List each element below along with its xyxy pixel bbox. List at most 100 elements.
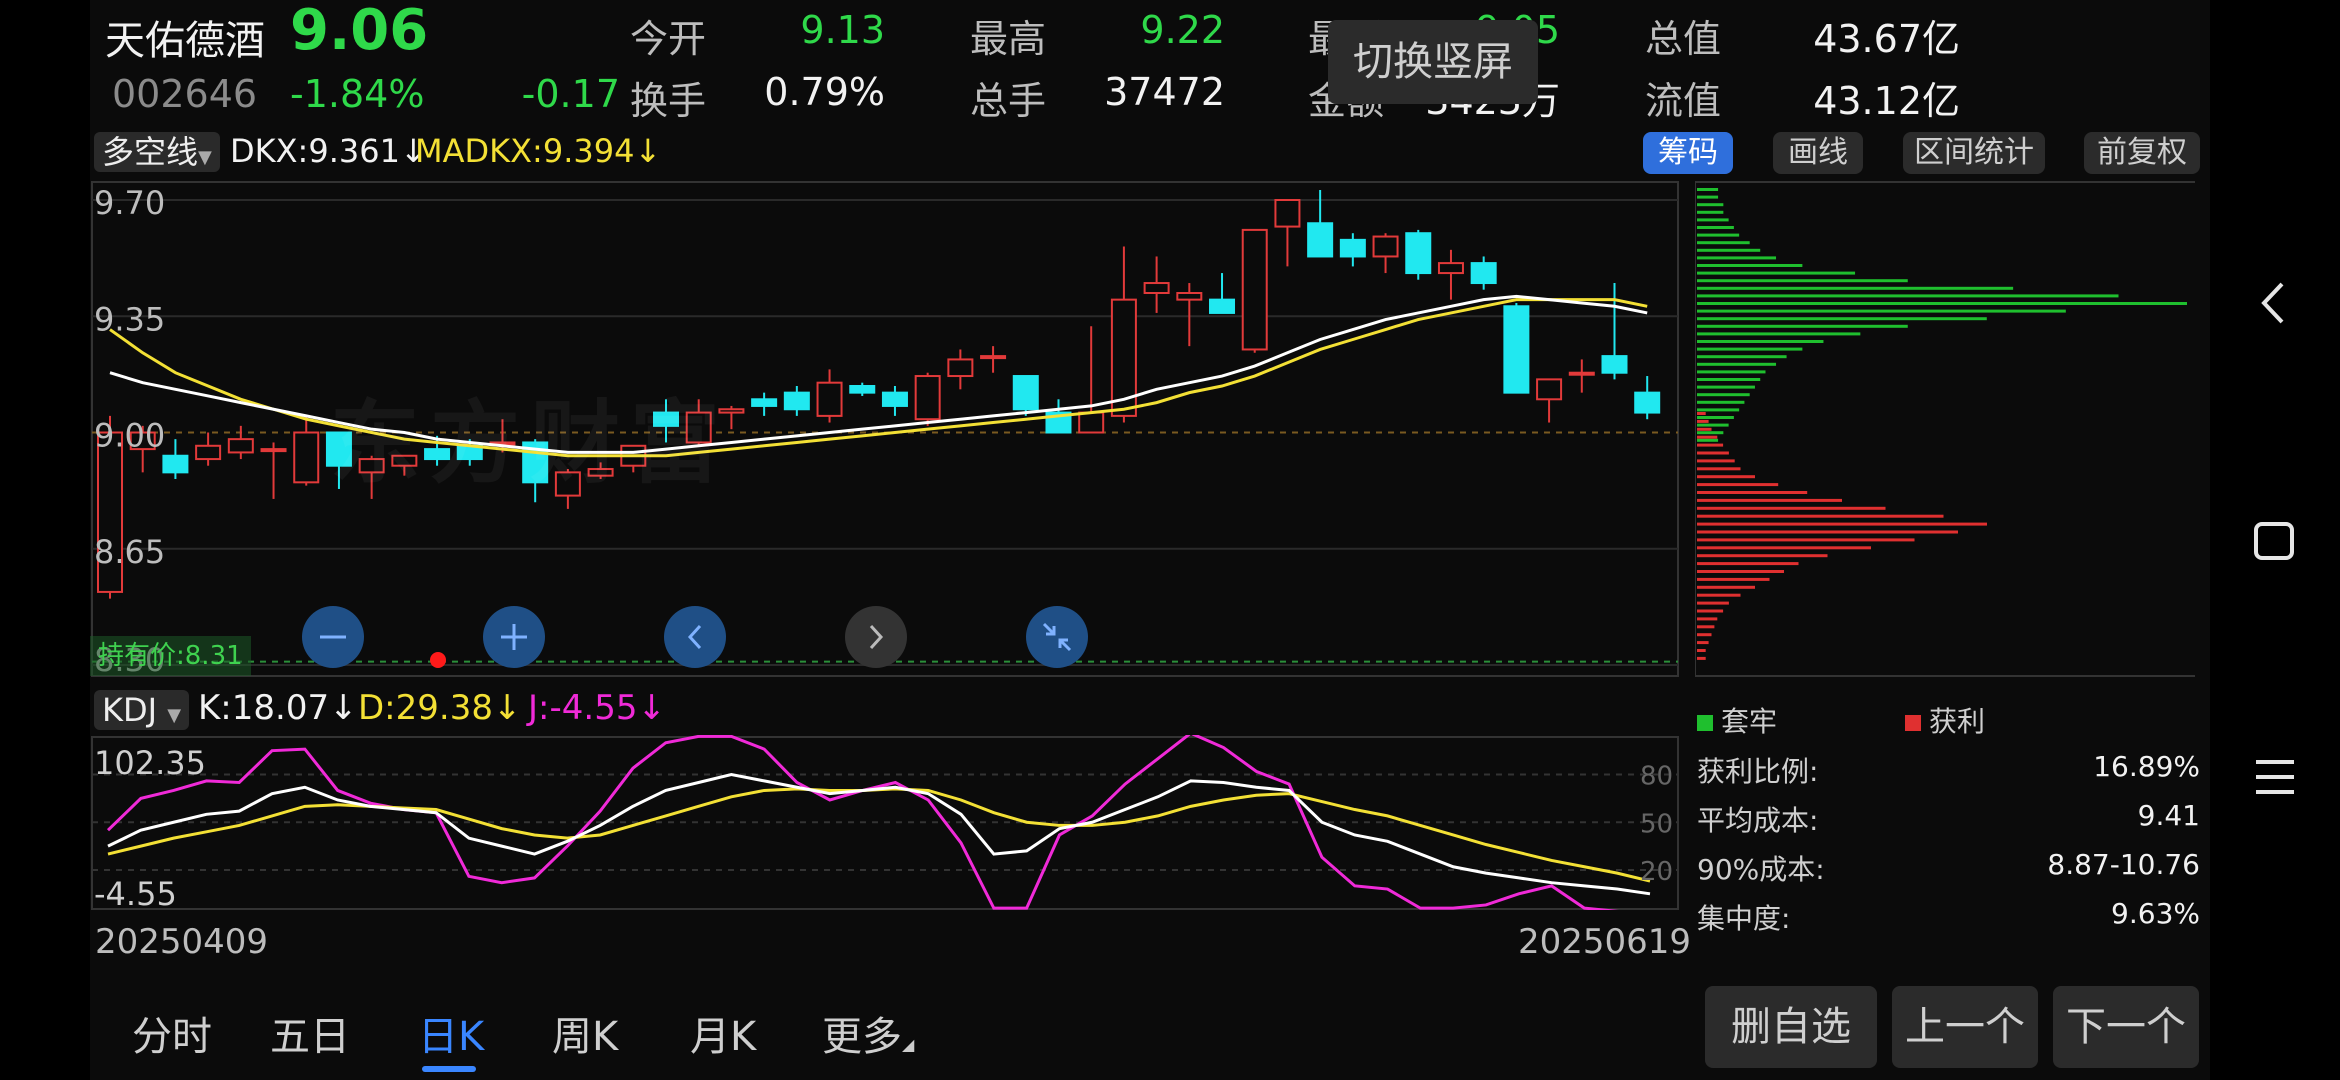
y-tick-label: 9.70 <box>94 184 165 222</box>
kdj-chart[interactable]: 102.35 -4.55 80 50 20 <box>90 735 1680 910</box>
previous-stock-button[interactable]: 上一个 <box>1892 986 2038 1068</box>
candle-body <box>914 375 941 421</box>
stat-label: 流值 <box>1645 79 1722 123</box>
tab-five-day[interactable]: 五日 <box>270 1004 350 1062</box>
candle-body <box>1601 355 1628 374</box>
kdj-min-label: -4.55 <box>94 875 177 910</box>
kdj-selector[interactable]: KDJ ▼ <box>94 690 190 730</box>
scroll-right-button[interactable] <box>845 606 907 668</box>
candle-body <box>849 385 876 394</box>
dkx-text: DKX:9.361 <box>230 132 400 170</box>
stat-value: 9.22 <box>1140 8 1225 52</box>
chip-bar-profit <box>1697 451 1729 455</box>
chip-bar-profit <box>1697 633 1712 637</box>
candle-body <box>751 398 778 407</box>
kdj-d-text: D:29.38 <box>358 688 493 728</box>
tab-daily-k[interactable]: 日K <box>418 1004 484 1062</box>
candle-body <box>227 438 254 454</box>
chip-bar-trapped <box>1697 248 1761 252</box>
chip-bar-trapped <box>1697 416 1734 419</box>
chip-bar-profit <box>1697 609 1724 613</box>
chip-bar-profit <box>1697 412 1706 415</box>
remove-watchlist-button[interactable]: 删自选 <box>1705 986 1877 1068</box>
kdj-d-value: D:29.38↓ <box>358 688 521 728</box>
draw-line-button[interactable]: 画线 <box>1773 132 1863 174</box>
indicator-selector[interactable]: 多空线▼ <box>94 132 220 172</box>
legend-trapped-label: 套牢 <box>1721 705 1778 738</box>
back-icon[interactable] <box>2250 278 2300 328</box>
chip-bar-trapped <box>1697 188 1719 191</box>
candle-body <box>1536 378 1563 401</box>
kdj-right-tick: 50 <box>1640 809 1673 839</box>
chip-bar-trapped <box>1697 370 1766 374</box>
compress-icon <box>1042 622 1072 652</box>
chip-bar-profit <box>1697 570 1784 573</box>
switch-portrait-button[interactable]: 切换竖屏 <box>1328 20 1538 104</box>
candle-body <box>1143 282 1170 294</box>
candle-body <box>783 391 810 411</box>
chip-bar-trapped <box>1697 195 1719 199</box>
date-end: 20250619 <box>1518 922 1692 962</box>
reset-zoom-button[interactable] <box>1026 606 1088 668</box>
kdj-j-value: J:-4.55↓ <box>528 688 666 728</box>
date-start: 20250409 <box>95 922 269 962</box>
candle-body <box>1078 411 1105 434</box>
chip-bar-trapped <box>1697 271 1856 275</box>
stock-code: 002646 <box>112 72 258 116</box>
kdj-j-text: J:-4.55 <box>528 688 638 728</box>
tab-monthly-k[interactable]: 月K <box>690 1004 756 1062</box>
system-navigation-bar <box>2210 0 2340 1080</box>
chip-bar-trapped <box>1697 286 2014 290</box>
chevron-down-icon: ▼ <box>167 705 182 726</box>
zoom-out-button[interactable] <box>302 606 364 668</box>
chip-bar-profit <box>1697 419 1709 423</box>
candle-body <box>195 444 222 461</box>
stat-value: 37472 <box>1104 70 1225 114</box>
tab-intraday[interactable]: 分时 <box>132 1004 212 1062</box>
chevron-left-icon <box>687 624 702 650</box>
kdj-line <box>106 735 1620 910</box>
chip-bar-trapped <box>1697 408 1740 412</box>
kdj-right-tick: 80 <box>1640 762 1673 792</box>
cost-price-label: 持有价:8.31 <box>90 636 251 676</box>
chip-bar-trapped <box>1697 309 2066 313</box>
home-icon[interactable] <box>2250 516 2300 566</box>
arrow-down-icon: ↓ <box>637 688 666 728</box>
y-tick-label: 9.35 <box>94 300 165 338</box>
stat-value: 43.67亿 <box>1813 17 1960 61</box>
chip-bar-trapped <box>1697 362 1777 366</box>
candle-body <box>1241 228 1268 351</box>
candle-body <box>1503 305 1530 394</box>
candle-body <box>1176 292 1203 301</box>
adjust-price-button[interactable]: 前复权 <box>2084 132 2200 174</box>
next-stock-button[interactable]: 下一个 <box>2053 986 2199 1068</box>
range-stats-button[interactable]: 区间统计 <box>1903 132 2045 174</box>
chip-stat-value: 9.63% <box>2111 897 2200 930</box>
stat-value: 9.13 <box>800 8 885 52</box>
tab-more[interactable]: 更多◢ <box>822 1004 914 1062</box>
candle-body <box>293 431 320 484</box>
madkx-value: MADKX:9.394↓ <box>415 132 661 170</box>
kdj-k-value: K:18.07↓ <box>198 688 358 728</box>
chip-bar-trapped <box>1697 226 1734 229</box>
chip-bar-profit <box>1697 641 1709 645</box>
chip-bar-trapped <box>1697 431 1724 435</box>
chip-bar-profit <box>1697 546 1871 550</box>
stat-value: 43.12亿 <box>1813 79 1960 123</box>
chevron-down-icon: ▼ <box>198 147 212 168</box>
tab-weekly-k[interactable]: 周K <box>552 1004 618 1062</box>
zoom-in-button[interactable] <box>483 606 545 668</box>
chip-stat-value: 8.87-10.76 <box>2047 848 2200 881</box>
chips-button[interactable]: 筹码 <box>1643 132 1733 174</box>
chip-bar-trapped <box>1697 385 1755 389</box>
scroll-left-button[interactable] <box>664 606 726 668</box>
chip-bar-profit <box>1697 593 1741 597</box>
candle-body <box>1339 238 1366 258</box>
chip-bar-profit <box>1697 514 1944 518</box>
chip-bar-profit <box>1697 459 1735 463</box>
menu-icon[interactable] <box>2250 752 2300 802</box>
position-marker <box>430 652 446 668</box>
stat-value: 0.79% <box>764 70 885 114</box>
kdj-line <box>107 787 1651 883</box>
kline-chart[interactable]: 9.709.359.008.658.30 <box>90 180 1680 680</box>
